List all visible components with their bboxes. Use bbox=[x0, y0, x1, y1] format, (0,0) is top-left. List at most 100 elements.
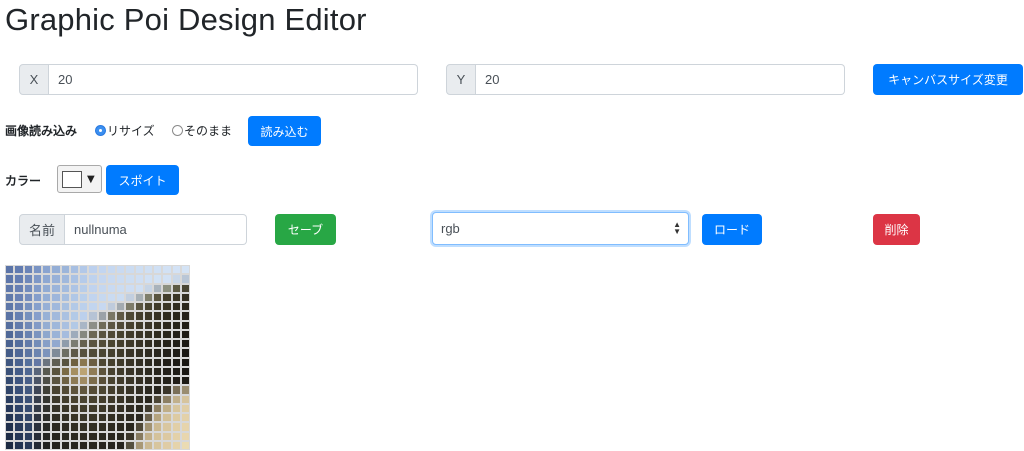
pixel-cell[interactable] bbox=[107, 349, 115, 357]
pixel-cell[interactable] bbox=[33, 423, 41, 431]
pixel-cell[interactable] bbox=[15, 303, 23, 311]
pixel-cell[interactable] bbox=[98, 367, 106, 375]
pixel-cell[interactable] bbox=[107, 303, 115, 311]
pixel-cell[interactable] bbox=[107, 423, 115, 431]
pixel-cell[interactable] bbox=[70, 349, 78, 357]
pixel-cell[interactable] bbox=[98, 432, 106, 440]
pixel-cell[interactable] bbox=[89, 340, 97, 348]
pixel-cell[interactable] bbox=[43, 340, 51, 348]
pixel-cell[interactable] bbox=[107, 266, 115, 274]
pixel-cell[interactable] bbox=[24, 404, 32, 412]
pixel-cell[interactable] bbox=[144, 312, 152, 320]
pixel-cell[interactable] bbox=[98, 321, 106, 329]
pixel-cell[interactable] bbox=[24, 386, 32, 394]
pixel-cell[interactable] bbox=[33, 377, 41, 385]
pixel-cell[interactable] bbox=[126, 423, 134, 431]
pixel-cell[interactable] bbox=[70, 358, 78, 366]
pixel-cell[interactable] bbox=[172, 275, 180, 283]
pixel-cell[interactable] bbox=[126, 404, 134, 412]
pixel-cell[interactable] bbox=[181, 395, 189, 403]
pixel-cell[interactable] bbox=[163, 330, 171, 338]
pixel-cell[interactable] bbox=[24, 377, 32, 385]
pixel-cell[interactable] bbox=[89, 358, 97, 366]
pixel-cell[interactable] bbox=[117, 358, 125, 366]
pixel-cell[interactable] bbox=[6, 367, 14, 375]
pixel-cell[interactable] bbox=[126, 321, 134, 329]
delete-button[interactable]: 削除 bbox=[873, 214, 920, 245]
pixel-cell[interactable] bbox=[15, 275, 23, 283]
pixel-cell[interactable] bbox=[181, 284, 189, 292]
pixel-cell[interactable] bbox=[15, 441, 23, 449]
pixel-cell[interactable] bbox=[6, 330, 14, 338]
pixel-cell[interactable] bbox=[172, 340, 180, 348]
pixel-cell[interactable] bbox=[163, 386, 171, 394]
pixel-cell[interactable] bbox=[172, 349, 180, 357]
pixel-cell[interactable] bbox=[163, 377, 171, 385]
pixel-cell[interactable] bbox=[24, 367, 32, 375]
pixel-cell[interactable] bbox=[24, 293, 32, 301]
pixel-cell[interactable] bbox=[33, 414, 41, 422]
pixel-cell[interactable] bbox=[107, 367, 115, 375]
pixel-cell[interactable] bbox=[89, 404, 97, 412]
pixel-cell[interactable] bbox=[33, 441, 41, 449]
pixel-cell[interactable] bbox=[154, 423, 162, 431]
pixel-cell[interactable] bbox=[107, 312, 115, 320]
save-button[interactable]: セーブ bbox=[275, 214, 336, 245]
pixel-cell[interactable] bbox=[126, 349, 134, 357]
pixel-cell[interactable] bbox=[24, 414, 32, 422]
pixel-cell[interactable] bbox=[98, 303, 106, 311]
pixel-cell[interactable] bbox=[117, 441, 125, 449]
pixel-cell[interactable] bbox=[172, 432, 180, 440]
pixel-cell[interactable] bbox=[126, 330, 134, 338]
pixel-cell[interactable] bbox=[144, 386, 152, 394]
pixel-cell[interactable] bbox=[43, 404, 51, 412]
pixel-cell[interactable] bbox=[89, 275, 97, 283]
pixel-cell[interactable] bbox=[43, 414, 51, 422]
pixel-cell[interactable] bbox=[107, 441, 115, 449]
pixel-cell[interactable] bbox=[80, 423, 88, 431]
pixel-cell[interactable] bbox=[80, 441, 88, 449]
pixel-cell[interactable] bbox=[135, 423, 143, 431]
pixel-cell[interactable] bbox=[80, 404, 88, 412]
pixel-cell[interactable] bbox=[144, 330, 152, 338]
pixel-cell[interactable] bbox=[163, 404, 171, 412]
pixel-cell[interactable] bbox=[126, 441, 134, 449]
eyedropper-button[interactable]: スポイト bbox=[106, 165, 179, 195]
pixel-cell[interactable] bbox=[24, 432, 32, 440]
pixel-cell[interactable] bbox=[43, 432, 51, 440]
pixel-cell[interactable] bbox=[33, 386, 41, 394]
pixel-cell[interactable] bbox=[126, 340, 134, 348]
pixel-cell[interactable] bbox=[33, 349, 41, 357]
pixel-cell[interactable] bbox=[52, 441, 60, 449]
pixel-cell[interactable] bbox=[172, 414, 180, 422]
pixel-cell[interactable] bbox=[126, 284, 134, 292]
pixel-cell[interactable] bbox=[98, 423, 106, 431]
pixel-cell[interactable] bbox=[154, 404, 162, 412]
pixel-cell[interactable] bbox=[163, 367, 171, 375]
pixel-cell[interactable] bbox=[107, 340, 115, 348]
pixel-cell[interactable] bbox=[70, 321, 78, 329]
pixel-cell[interactable] bbox=[117, 340, 125, 348]
pixel-cell[interactable] bbox=[154, 358, 162, 366]
pixel-cell[interactable] bbox=[126, 312, 134, 320]
load-image-button[interactable]: 読み込む bbox=[248, 116, 321, 146]
pixel-cell[interactable] bbox=[172, 386, 180, 394]
pixel-cell[interactable] bbox=[154, 377, 162, 385]
pixel-cell[interactable] bbox=[163, 340, 171, 348]
pixel-cell[interactable] bbox=[89, 377, 97, 385]
pixel-cell[interactable] bbox=[154, 414, 162, 422]
pixel-cell[interactable] bbox=[117, 266, 125, 274]
pixel-cell[interactable] bbox=[107, 358, 115, 366]
pixel-cell[interactable] bbox=[80, 303, 88, 311]
pixel-cell[interactable] bbox=[154, 321, 162, 329]
pixel-cell[interactable] bbox=[24, 330, 32, 338]
pixel-cell[interactable] bbox=[107, 395, 115, 403]
pixel-cell[interactable] bbox=[33, 312, 41, 320]
pixel-cell[interactable] bbox=[107, 414, 115, 422]
pixel-cell[interactable] bbox=[181, 340, 189, 348]
pixel-cell[interactable] bbox=[117, 377, 125, 385]
pixel-cell[interactable] bbox=[154, 293, 162, 301]
pixel-canvas[interactable] bbox=[5, 265, 190, 450]
pixel-cell[interactable] bbox=[52, 293, 60, 301]
pixel-cell[interactable] bbox=[15, 340, 23, 348]
